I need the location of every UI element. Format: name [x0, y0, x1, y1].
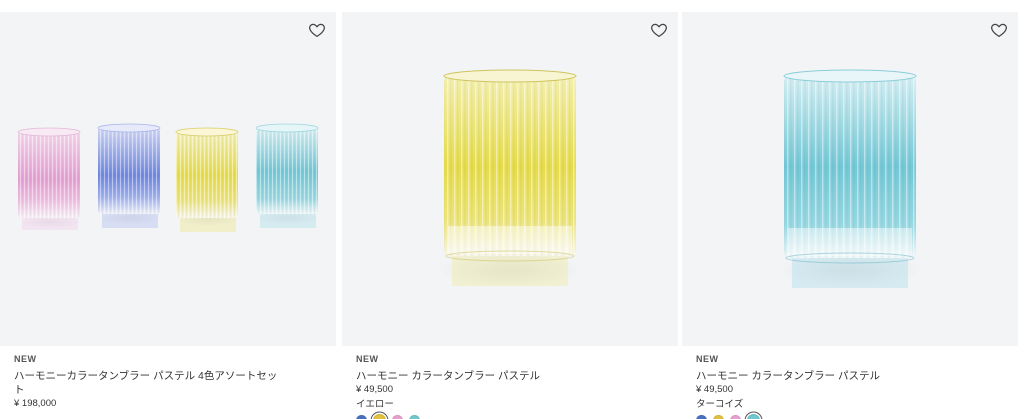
color-swatch[interactable]	[696, 414, 707, 419]
product-name[interactable]: ハーモニー カラータンブラー パステル	[696, 369, 966, 383]
product-grid: NEW ハーモニーカラータンブラー パステル 4色アソートセット ¥ 198,0…	[0, 0, 1024, 419]
product-price: ¥ 198,000	[14, 398, 57, 409]
heart-outline-icon[interactable]	[650, 21, 668, 39]
color-variant-label: イエロー	[356, 399, 394, 410]
product-price: ¥ 49,500	[356, 384, 393, 395]
new-badge: NEW	[356, 354, 379, 364]
color-swatch[interactable]	[373, 413, 386, 419]
new-badge: NEW	[14, 354, 37, 364]
heart-outline-icon[interactable]	[308, 21, 326, 39]
product-image[interactable]	[0, 12, 336, 346]
product-card[interactable]: NEW ハーモニー カラータンブラー パステル ¥ 49,500 ターコイズ	[682, 12, 1018, 419]
yellow-tumbler-image	[440, 69, 580, 288]
color-swatch[interactable]	[409, 414, 420, 419]
product-info: NEW ハーモニー カラータンブラー パステル ¥ 49,500 ターコイズ	[682, 354, 1018, 419]
color-swatch[interactable]	[747, 413, 760, 419]
product-card[interactable]: NEW ハーモニーカラータンブラー パステル 4色アソートセット ¥ 198,0…	[0, 12, 336, 409]
color-swatch[interactable]	[356, 414, 367, 419]
product-info: NEW ハーモニー カラータンブラー パステル ¥ 49,500 イエロー	[342, 354, 678, 419]
color-variant-label: ターコイズ	[696, 399, 744, 410]
color-swatch[interactable]	[713, 414, 724, 419]
product-image[interactable]	[342, 12, 678, 346]
new-badge: NEW	[696, 354, 719, 364]
color-swatches	[356, 413, 664, 419]
product-card[interactable]: NEW ハーモニー カラータンブラー パステル ¥ 49,500 イエロー	[342, 12, 678, 419]
product-price: ¥ 49,500	[696, 384, 733, 395]
product-name[interactable]: ハーモニー カラータンブラー パステル	[356, 369, 626, 383]
product-image[interactable]	[682, 12, 1018, 346]
color-swatch[interactable]	[730, 414, 741, 419]
color-swatch[interactable]	[392, 414, 403, 419]
heart-outline-icon[interactable]	[990, 21, 1008, 39]
four-pastel-tumblers-image	[17, 123, 319, 232]
product-name[interactable]: ハーモニーカラータンブラー パステル 4色アソートセット	[14, 369, 284, 397]
color-swatches	[696, 413, 1004, 419]
turquoise-tumbler-image	[780, 69, 920, 288]
product-info: NEW ハーモニーカラータンブラー パステル 4色アソートセット ¥ 198,0…	[0, 354, 336, 409]
